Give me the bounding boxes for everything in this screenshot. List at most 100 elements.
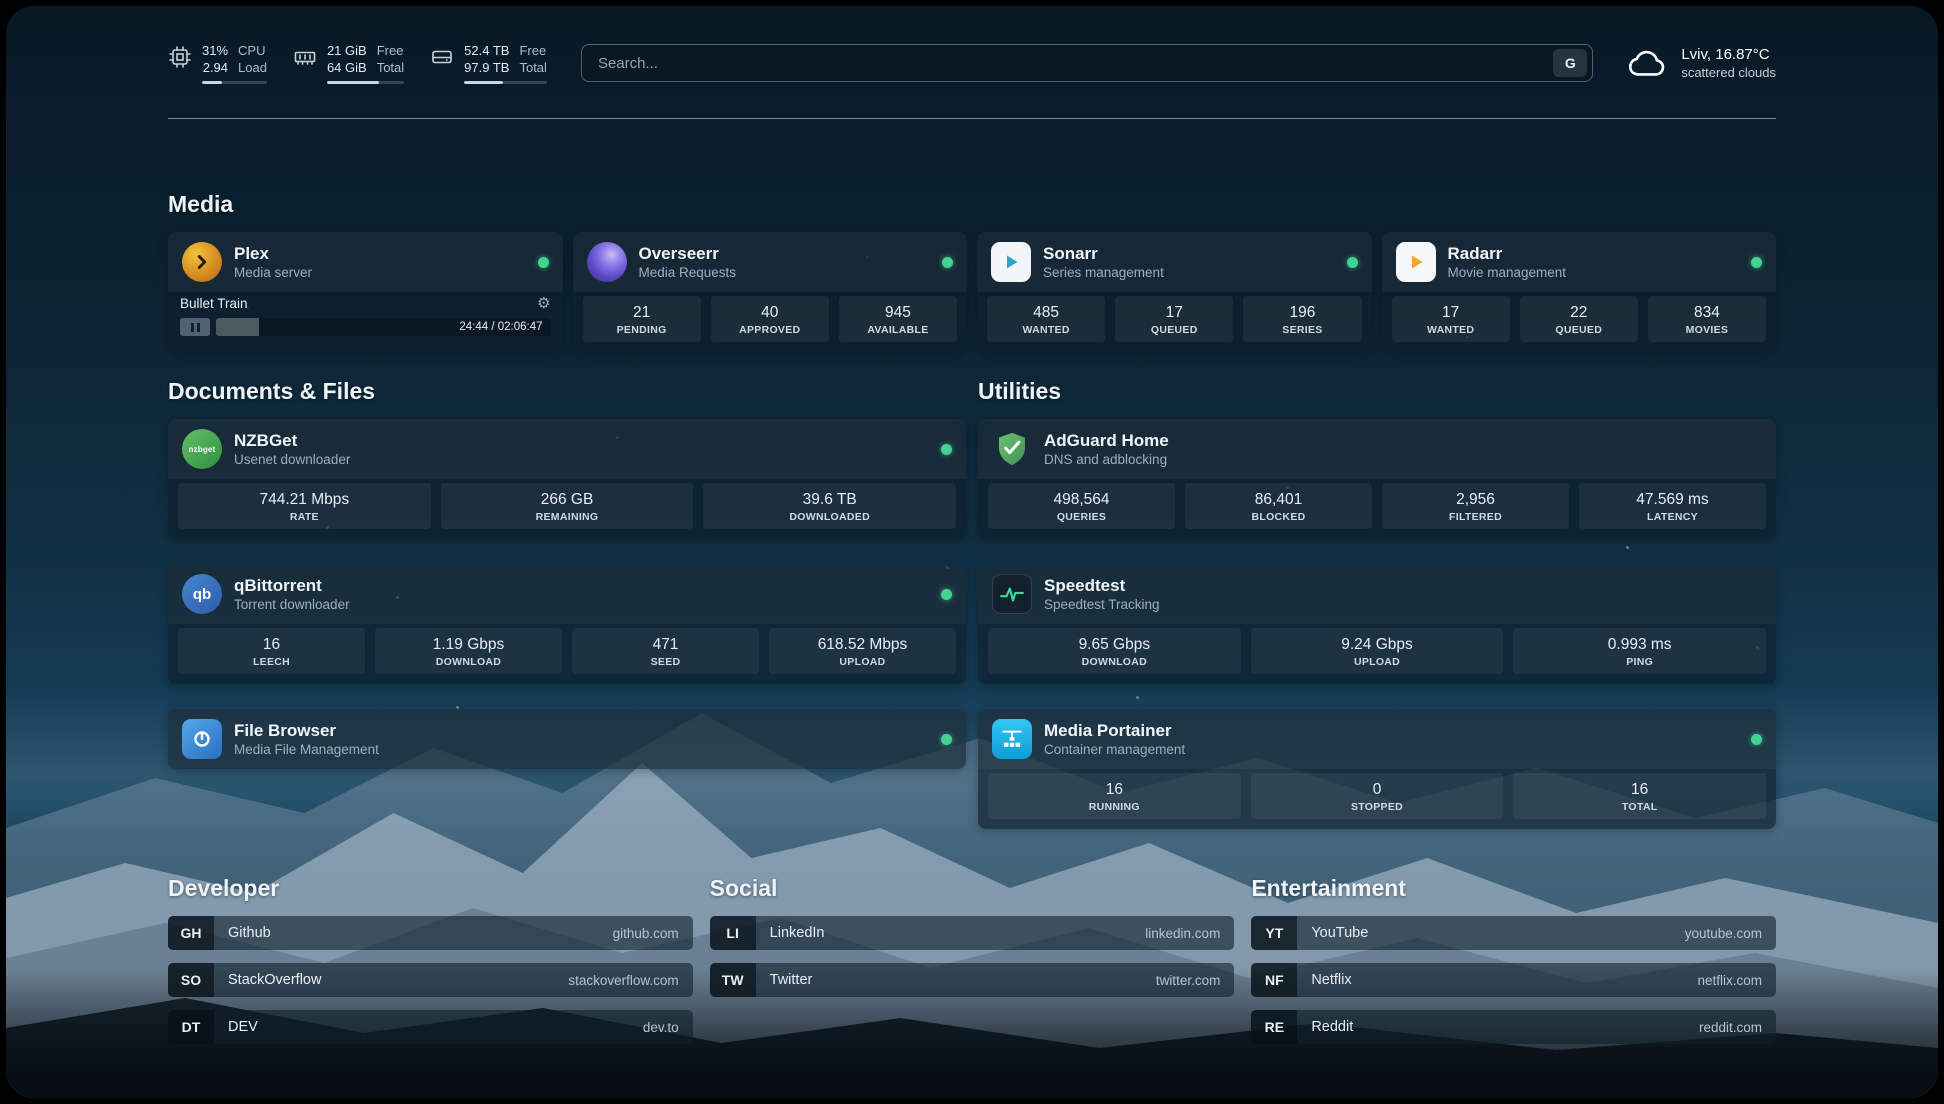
bookmark-youtube[interactable]: YT YouTube youtube.com xyxy=(1251,916,1776,950)
stat-block: 0 STOPPED xyxy=(1251,773,1504,819)
portainer-icon xyxy=(992,719,1032,759)
stat-label: QUEUED xyxy=(1524,324,1634,336)
service-name: Overseerr xyxy=(639,244,737,264)
status-dot xyxy=(1347,257,1358,268)
section-title-developer: Developer xyxy=(168,875,693,902)
service-card-radarr: Radarr Movie management 17 WANTED 22 QUE… xyxy=(1382,232,1777,352)
overseerr-icon xyxy=(587,242,627,282)
bookmark-stackoverflow[interactable]: SO StackOverflow stackoverflow.com xyxy=(168,963,693,997)
search-provider-button[interactable]: G xyxy=(1553,49,1587,77)
weather-condition: scattered clouds xyxy=(1681,64,1776,81)
disk-total-value: 97.9 TB xyxy=(464,59,509,76)
bookmark-name: DEV xyxy=(228,1019,258,1035)
service-link-filebrowser[interactable]: File Browser Media File Management xyxy=(168,709,966,769)
radarr-icon xyxy=(1396,242,1436,282)
search-bar: G xyxy=(581,44,1593,82)
service-link-sonarr[interactable]: Sonarr Series management xyxy=(977,232,1372,292)
service-description: Media File Management xyxy=(234,741,379,758)
stat-block: 21 PENDING xyxy=(583,296,701,342)
bookmark-netflix[interactable]: NF Netflix netflix.com xyxy=(1251,963,1776,997)
service-name: Radarr xyxy=(1448,244,1567,264)
stat-block: 0.993 ms PING xyxy=(1513,628,1766,674)
service-link-portainer[interactable]: Media Portainer Container management xyxy=(978,709,1776,769)
stat-value: 618.52 Mbps xyxy=(773,635,952,654)
service-link-overseerr[interactable]: Overseerr Media Requests xyxy=(573,232,968,292)
stat-value: 86,401 xyxy=(1189,490,1368,509)
memory-icon xyxy=(293,45,317,69)
bookmark-abbr: YT xyxy=(1251,916,1297,950)
stat-block: 47.569 ms LATENCY xyxy=(1579,483,1766,529)
bookmark-abbr: TW xyxy=(710,963,756,997)
stat-value: 17 xyxy=(1119,303,1229,322)
stat-label: SERIES xyxy=(1247,324,1357,336)
stat-value: 17 xyxy=(1396,303,1506,322)
disk-usage-bar-fill xyxy=(464,81,503,84)
service-link-adguard[interactable]: AdGuard Home DNS and adblocking xyxy=(978,419,1776,479)
stat-value: 16 xyxy=(182,635,361,654)
service-name: Plex xyxy=(234,244,312,264)
bookmark-name: Twitter xyxy=(770,972,813,988)
bookmark-github[interactable]: GH Github github.com xyxy=(168,916,693,950)
service-name: NZBGet xyxy=(234,431,350,451)
stat-value: 0.993 ms xyxy=(1517,635,1762,654)
memory-usage-bar-fill xyxy=(327,81,379,84)
stat-value: 16 xyxy=(1517,780,1762,799)
stat-label: RATE xyxy=(182,511,427,523)
stat-label: PING xyxy=(1517,656,1762,668)
service-name: Media Portainer xyxy=(1044,721,1185,741)
bookmark-url: dev.to xyxy=(643,1020,679,1035)
service-name: AdGuard Home xyxy=(1044,431,1169,451)
bookmark-dev[interactable]: DT DEV dev.to xyxy=(168,1010,693,1044)
search-input[interactable] xyxy=(596,54,1553,73)
section-title-media: Media xyxy=(168,191,1776,218)
bookmark-reddit[interactable]: RE Reddit reddit.com xyxy=(1251,1010,1776,1044)
stat-block: 834 MOVIES xyxy=(1648,296,1766,342)
cpu-icon xyxy=(168,45,192,69)
memory-free-label: Free xyxy=(377,42,404,59)
service-link-nzbget[interactable]: nzbget NZBGet Usenet downloader xyxy=(168,419,966,479)
disk-free-value: 52.4 TB xyxy=(464,42,509,59)
stat-block: 471 SEED xyxy=(572,628,759,674)
bookmark-name: LinkedIn xyxy=(770,925,825,941)
now-playing-title: Bullet Train xyxy=(180,296,248,311)
disk-free-label: Free xyxy=(519,42,546,59)
stat-label: STOPPED xyxy=(1255,801,1500,813)
service-link-qbittorrent[interactable]: qb qBittorrent Torrent downloader xyxy=(168,564,966,624)
stat-value: 498,564 xyxy=(992,490,1171,509)
stat-value: 22 xyxy=(1524,303,1634,322)
cpu-load-label: Load xyxy=(238,59,267,76)
stat-value: 0 xyxy=(1255,780,1500,799)
snow-specks xyxy=(6,6,9,9)
bookmark-twitter[interactable]: TW Twitter twitter.com xyxy=(710,963,1235,997)
service-card-overseerr: Overseerr Media Requests 21 PENDING 40 A… xyxy=(573,232,968,352)
service-description: Container management xyxy=(1044,741,1185,758)
stat-label: SEED xyxy=(576,656,755,668)
service-link-speedtest[interactable]: Speedtest Speedtest Tracking xyxy=(978,564,1776,624)
bookmark-abbr: SO xyxy=(168,963,214,997)
stat-value: 196 xyxy=(1247,303,1357,322)
settings-gear-icon[interactable]: ⚙ xyxy=(537,294,550,312)
header-divider xyxy=(168,118,1776,119)
stat-value: 744.21 Mbps xyxy=(182,490,427,509)
stat-label: DOWNLOAD xyxy=(992,656,1237,668)
weather-location: Lviv, 16.87°C xyxy=(1681,45,1776,64)
playback-progress-fill xyxy=(216,318,259,336)
bookmark-abbr: LI xyxy=(710,916,756,950)
service-name: Speedtest xyxy=(1044,576,1160,596)
section-title-social: Social xyxy=(710,875,1235,902)
disk-usage-bar xyxy=(464,81,547,84)
service-card-sonarr: Sonarr Series management 485 WANTED 17 Q… xyxy=(977,232,1372,352)
playback-progress-bar[interactable]: 24:44 / 02:06:47 xyxy=(216,318,551,336)
pause-button[interactable] xyxy=(180,318,210,336)
stat-block: 498,564 QUERIES xyxy=(988,483,1175,529)
status-dot xyxy=(941,444,952,455)
service-link-plex[interactable]: Plex Media server xyxy=(168,232,563,292)
bookmark-linkedin[interactable]: LI LinkedIn linkedin.com xyxy=(710,916,1235,950)
stat-value: 266 GB xyxy=(445,490,690,509)
bookmark-abbr: DT xyxy=(168,1010,214,1044)
stat-block: 1.19 Gbps DOWNLOAD xyxy=(375,628,562,674)
service-link-radarr[interactable]: Radarr Movie management xyxy=(1382,232,1777,292)
disk-total-label: Total xyxy=(519,59,546,76)
memory-total-value: 64 GiB xyxy=(327,59,367,76)
service-description: Media Requests xyxy=(639,264,737,281)
